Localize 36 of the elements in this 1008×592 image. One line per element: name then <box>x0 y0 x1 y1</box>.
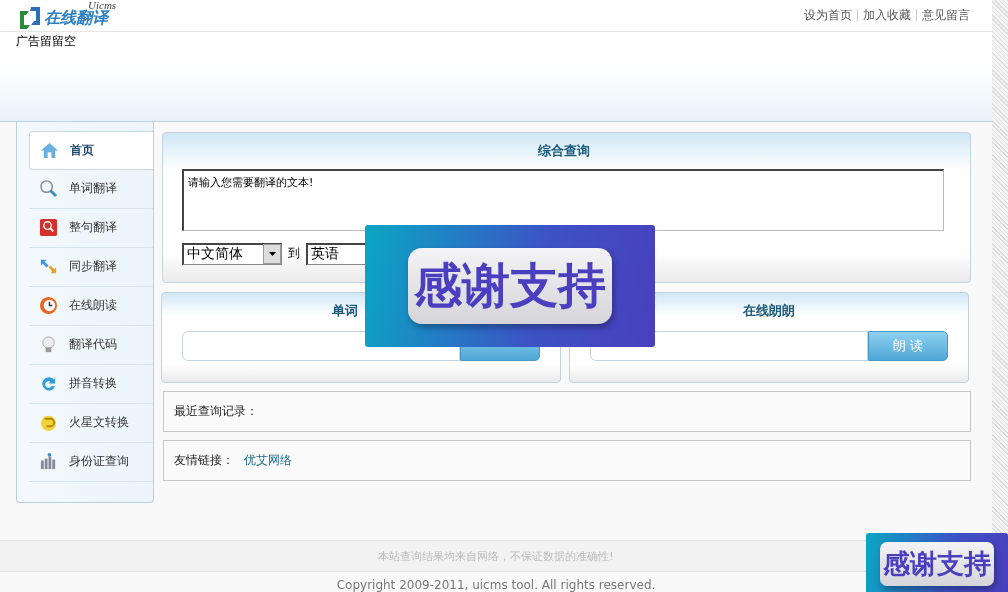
panel-title: 单词 <box>332 302 358 318</box>
friend-link[interactable]: 优艾网络 <box>244 451 292 469</box>
friend-links-label: 友情链接： <box>174 451 234 469</box>
panel-title: 在线朗朗 <box>742 301 796 320</box>
sidebar-item[interactable]: 翻译代码 <box>29 325 153 365</box>
banner-text: 感谢支持 <box>880 542 994 586</box>
light-bulb-icon <box>39 335 58 355</box>
sidebar-item[interactable]: 拼音转换 <box>29 364 153 404</box>
search-icon <box>39 179 58 199</box>
sidebar-item[interactable]: 首页 <box>29 130 153 170</box>
logo-text: 在线翻译 <box>44 8 108 30</box>
sidebar-item[interactable]: 同步翻译 <box>29 247 153 287</box>
banner-text: 感谢支持 <box>408 248 612 324</box>
header-link[interactable]: 意见留言 <box>922 6 970 24</box>
sidebar-item[interactable]: 单词翻译 <box>29 169 153 209</box>
house-icon <box>40 140 59 160</box>
search-icon <box>39 218 58 238</box>
source-language-select[interactable]: 中文简体 <box>182 242 282 265</box>
panel-title: 综合查询 <box>536 141 591 160</box>
sidebar-item[interactable]: 身份证查询 <box>29 442 153 482</box>
promo-dialog[interactable]: 感谢支持 <box>866 533 1008 592</box>
to-label: 到 <box>288 245 300 263</box>
sidebar-item[interactable]: 火星文转换 <box>29 403 153 443</box>
recent-queries-label: 最近查询记录： <box>174 402 258 420</box>
header-link[interactable]: 加入收藏 <box>863 6 911 24</box>
logo-icon <box>18 7 42 30</box>
promo-dialog[interactable]: 感谢支持 <box>365 225 655 347</box>
text-input-field[interactable]: 请输入您需要翻译的文本! <box>182 168 944 231</box>
sidebar-item[interactable]: 在线朗读 <box>29 286 153 326</box>
bar-chart-icon <box>39 452 58 472</box>
ad-placeholder-text: 广告留留空 <box>16 33 76 48</box>
copyright-text: Copyright 2009-2011, uicms tool. All rights reserved. <box>336 578 656 592</box>
sidebar-item[interactable]: 整句翻译 <box>29 208 153 248</box>
clock-icon <box>39 296 58 316</box>
header-link[interactable]: 设为首页 <box>804 6 852 24</box>
caret-icon <box>268 252 276 257</box>
